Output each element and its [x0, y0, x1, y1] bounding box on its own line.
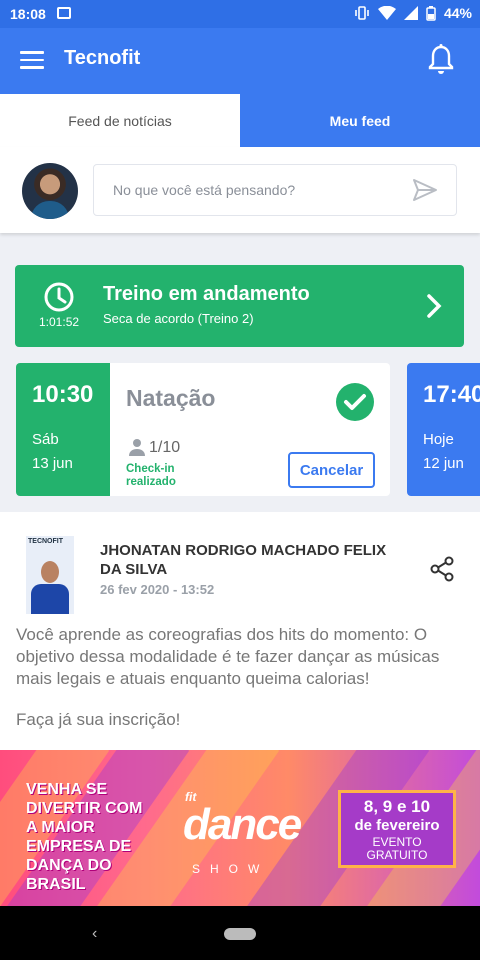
post-cta: Faça já sua inscrição!	[16, 710, 181, 729]
battery-icon	[426, 5, 436, 21]
home-pill[interactable]	[224, 928, 256, 940]
banner-brand-sub: SHOW	[192, 862, 270, 876]
training-title: Treino em andamento	[103, 283, 310, 305]
share-icon[interactable]	[430, 556, 454, 582]
check-circle-icon	[336, 383, 374, 421]
post-text: Você aprende as coreografias dos hits do…	[16, 625, 440, 688]
send-icon[interactable]	[412, 178, 438, 202]
post-input-placeholder: No que você está pensando?	[113, 182, 296, 198]
class-day: Hoje	[423, 431, 454, 448]
person-icon	[129, 439, 145, 456]
feed-tabs: Feed de notícias Meu feed	[0, 94, 480, 147]
tab-feed-noticias[interactable]: Feed de notícias	[0, 94, 240, 147]
cancel-button[interactable]: Cancelar	[288, 452, 375, 488]
post-input[interactable]: No que você está pensando?	[93, 164, 457, 216]
post-banner-image[interactable]: VENHA SE DIVERTIR COM A MAIOR EMPRESA DE…	[0, 750, 480, 906]
author-avatar[interactable]: TECNOFIT	[26, 536, 74, 614]
class-time: 10:30	[32, 381, 94, 408]
avatar-brand: TECNOFIT	[28, 538, 63, 545]
notifications-bell-icon[interactable]	[428, 44, 454, 76]
battery-percent: 44%	[443, 5, 472, 21]
training-timer: 1:01:52	[39, 315, 80, 329]
post-composer: No que você está pensando?	[0, 147, 480, 233]
vibrate-icon	[355, 6, 369, 20]
class-card-next[interactable]: 17:40 Hoje 12 jun	[407, 363, 480, 496]
chevron-right-icon	[427, 294, 442, 318]
event-note: EVENTO GRATUITO	[366, 835, 428, 862]
checkin-status: Check-in realizado	[126, 463, 176, 488]
wifi-icon	[377, 6, 396, 20]
banner-headline: VENHA SE DIVERTIR COM A MAIOR EMPRESA DE…	[26, 781, 143, 893]
class-card-natacao[interactable]: 10:30 Sáb 13 jun Natação 1/10 Check-in r…	[16, 363, 390, 496]
back-icon[interactable]: ‹	[92, 925, 97, 943]
menu-icon[interactable]	[20, 51, 44, 69]
class-date: 12 jun	[423, 455, 464, 472]
tab-meu-feed[interactable]: Meu feed	[240, 94, 480, 147]
class-time: 17:40	[423, 381, 480, 408]
feed-post: TECNOFIT JHONATAN RODRIGO MACHADO FELIX …	[0, 512, 480, 750]
app-title: Tecnofit	[64, 47, 141, 69]
event-dates: 8, 9 e 10	[363, 797, 431, 816]
post-author: JHONATAN RODRIGO MACHADO FELIX DA SILVA	[100, 542, 387, 578]
user-avatar[interactable]	[22, 163, 78, 219]
post-date: 26 fev 2020 - 13:52	[100, 582, 215, 597]
class-day: Sáb	[32, 431, 59, 448]
clock-icon	[44, 282, 74, 312]
class-name: Natação	[126, 385, 216, 411]
status-icons: 44%	[354, 5, 472, 21]
system-nav-bar: ‹	[0, 906, 480, 960]
status-time: 18:08	[10, 6, 46, 22]
class-datetime: 10:30 Sáb 13 jun	[16, 363, 110, 496]
banner-brand: dance	[183, 800, 302, 849]
class-occupancy: 1/10	[149, 439, 181, 456]
training-subtitle: Seca de acordo (Treino 2)	[103, 311, 254, 326]
signal-icon	[403, 6, 418, 20]
training-in-progress-card[interactable]: 1:01:52 Treino em andamento Seca de acor…	[15, 265, 464, 347]
event-month: de fevereiro	[354, 817, 440, 834]
status-bar: 18:08 44%	[0, 0, 480, 28]
app-bar: Tecnofit	[0, 28, 480, 94]
class-date: 13 jun	[32, 455, 73, 472]
image-notification-icon	[57, 7, 71, 19]
event-box: 8, 9 e 10 de fevereiro EVENTO GRATUITO	[338, 790, 456, 868]
